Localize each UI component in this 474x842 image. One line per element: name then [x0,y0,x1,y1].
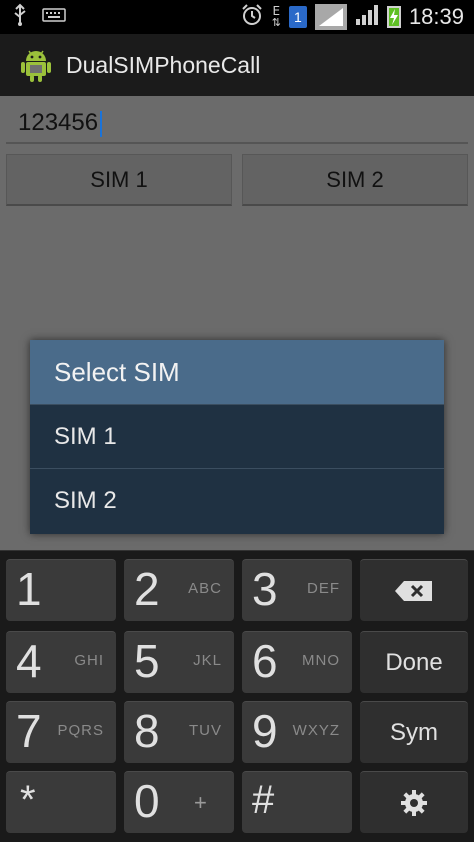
key-letters: DEF [307,580,340,597]
dialog-item-sim1[interactable]: SIM 1 [30,404,444,468]
key-star[interactable]: * [6,771,116,833]
key-letters: JKL [193,652,222,669]
key-9[interactable]: 9 WXYZ [242,701,352,763]
key-digit: # [252,778,275,822]
key-digit: 1 [16,563,42,615]
key-done[interactable]: Done [360,631,468,693]
done-label: Done [385,648,443,676]
key-digit: 3 [252,563,278,615]
key-1[interactable]: 1 [6,559,116,621]
key-6[interactable]: 6 MNO [242,631,352,693]
key-letters: PQRS [57,722,104,739]
key-letters: ABC [188,580,222,597]
key-0[interactable]: 0 + [124,771,234,833]
key-4[interactable]: 4 GHI [6,631,116,693]
numeric-keyboard: 1 2 ABC 3 DEF 4 GHI 5 JKL 6 MNO Done 7 P… [0,550,474,842]
gear-icon [360,772,468,833]
key-plus-sub: + [194,790,207,815]
usb-icon [12,3,28,31]
key-digit: 7 [16,705,42,757]
key-letters: TUV [189,722,222,739]
dialog-item-sim2[interactable]: SIM 2 [30,468,444,532]
signal-sim1-icon [314,4,347,30]
key-digit: 2 [134,563,160,615]
backspace-icon [360,560,468,621]
key-3[interactable]: 3 DEF [242,559,352,621]
key-digit: 4 [16,635,42,687]
app-title: DualSIMPhoneCall [66,51,261,78]
key-digit: * [20,778,36,822]
alarm-icon [240,3,264,31]
battery-charging-icon [386,6,401,28]
sim1-icon: 1 [288,6,307,28]
phone-number-value: 123456 [18,109,99,136]
key-digit: 5 [134,635,160,687]
keyboard-icon [42,7,66,27]
key-digit: 6 [252,635,278,687]
key-letters: WXYZ [292,722,340,739]
key-backspace[interactable] [360,559,468,621]
android-robot-icon [18,47,54,83]
key-digit: 8 [134,705,160,757]
key-7[interactable]: 7 PQRS [6,701,116,763]
key-2[interactable]: 2 ABC [124,559,234,621]
key-digit: 9 [252,705,278,757]
key-settings[interactable] [360,771,468,833]
text-caret [100,110,103,137]
key-sym[interactable]: Sym [360,701,468,763]
key-letters: MNO [302,652,340,669]
signal-sim2-icon [355,4,379,30]
key-hash[interactable]: # [242,771,352,833]
select-sim-dialog: Select SIM SIM 1 SIM 2 [30,340,444,534]
data-arrows-icon: E ⇅ [271,4,281,29]
key-5[interactable]: 5 JKL [124,631,234,693]
status-time: 18:39 [408,4,464,29]
status-bar: E ⇅ 1 18:39 [0,0,474,34]
sim2-button[interactable]: SIM 2 [242,154,468,206]
key-8[interactable]: 8 TUV [124,701,234,763]
action-bar: DualSIMPhoneCall [0,34,474,96]
key-letters: GHI [74,652,104,669]
key-digit: 0 [134,775,160,827]
phone-number-input[interactable]: 123456 [6,104,468,144]
sym-label: Sym [390,718,438,746]
sim1-button[interactable]: SIM 1 [6,154,232,206]
dialog-title: Select SIM [30,340,444,404]
